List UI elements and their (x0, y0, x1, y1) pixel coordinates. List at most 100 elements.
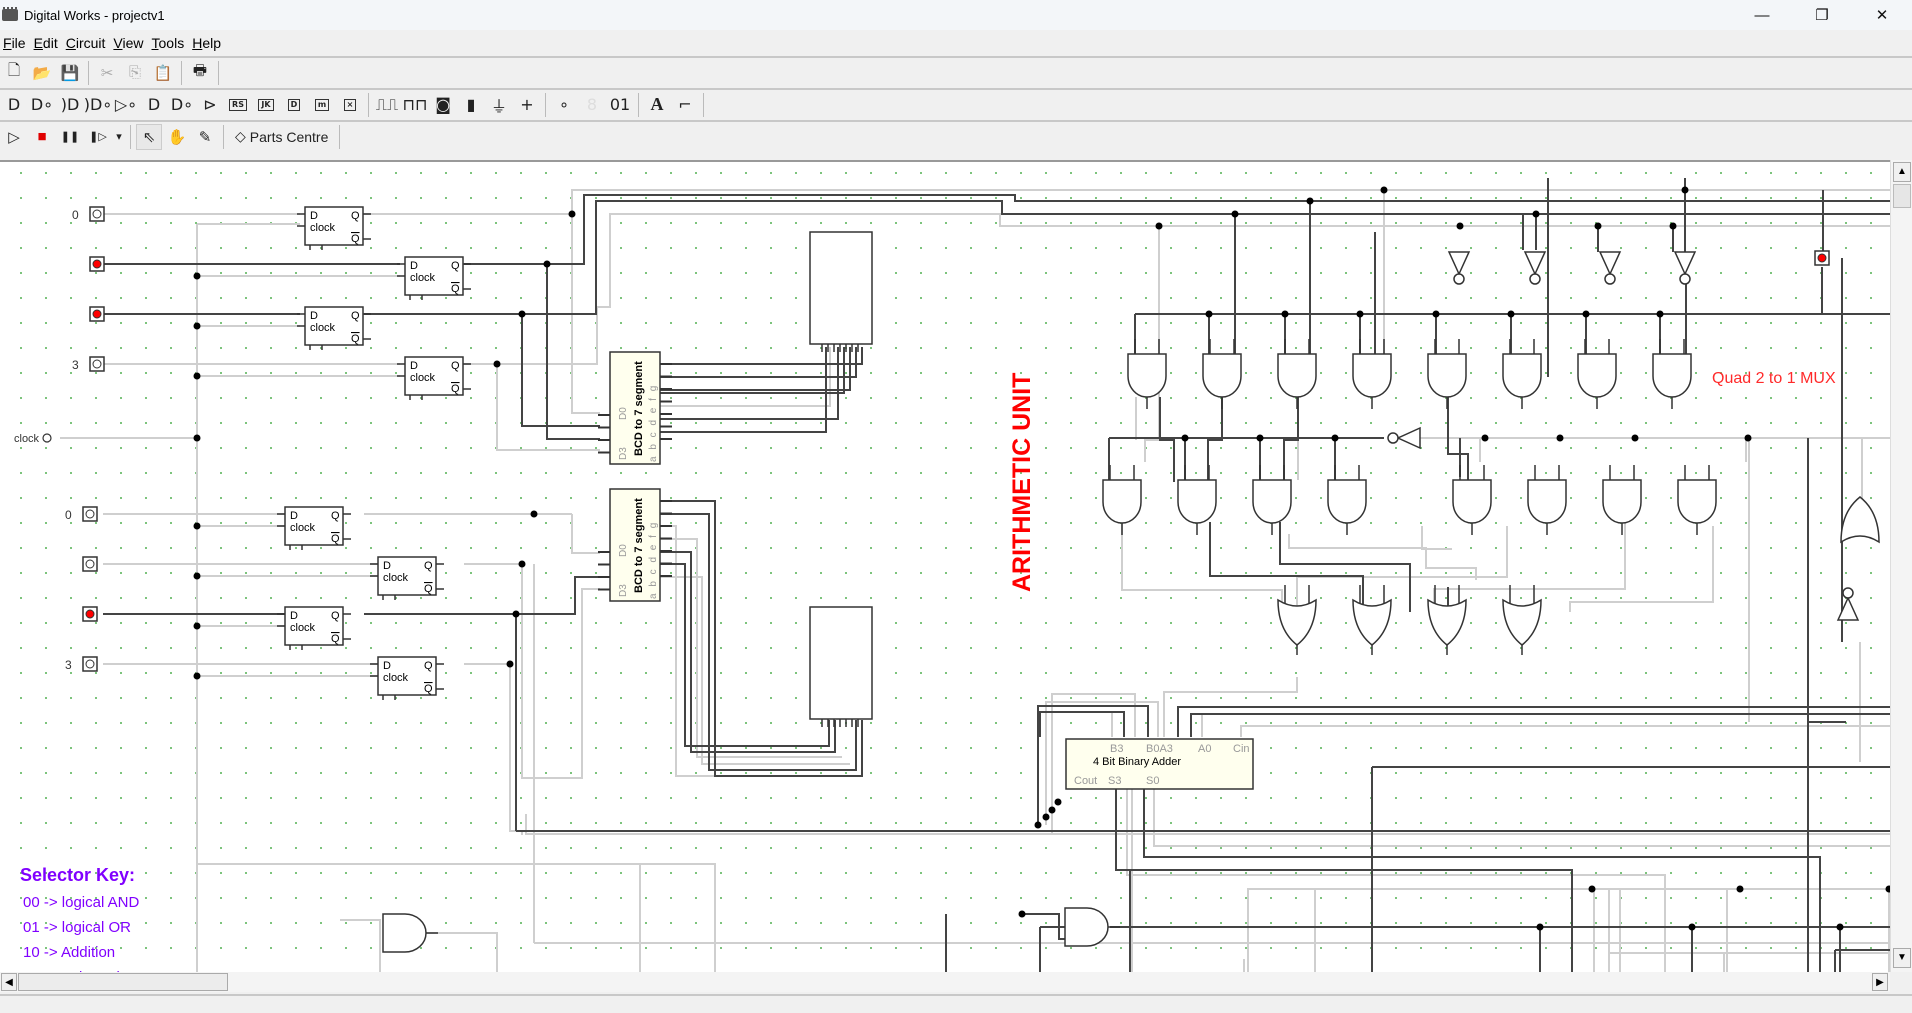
input-switch[interactable] (82, 606, 98, 622)
junction-dot (506, 660, 514, 668)
toolbar-separator (368, 92, 369, 117)
macro-glyph: m (314, 98, 330, 111)
text-tool-icon[interactable]: A (644, 92, 670, 118)
clock-icon[interactable]: ⎍⎍ (374, 92, 400, 118)
push-button-icon[interactable]: ◙ (430, 92, 456, 118)
vertical-scrollbar[interactable]: ▲ ▼ (1890, 160, 1912, 972)
flipflop-qbar-pin: Q (331, 633, 340, 645)
input-switch[interactable] (82, 556, 98, 572)
horizontal-scrollbar[interactable]: ◀ ▶ (0, 972, 1890, 992)
flipflop-clock-pin: clock (383, 672, 409, 684)
d-flipflop[interactable]: Dclock QQ (397, 256, 471, 300)
rs-flipflop-icon[interactable]: RS (225, 92, 251, 118)
d-flipflop[interactable]: Dclock QQ (297, 206, 371, 250)
xnor-gate-icon[interactable]: D∘ (169, 92, 195, 118)
wire-tool-icon[interactable]: ⌐ (672, 92, 698, 118)
junction-dot (1181, 434, 1189, 442)
nor-gate-icon[interactable]: )D∘ (84, 92, 113, 118)
pointer-tool-icon[interactable]: ⇖ (136, 123, 162, 150)
macro-icon[interactable]: m (309, 92, 335, 118)
menu-circuit[interactable]: Circuit (63, 35, 111, 51)
run-icon[interactable]: ▷ (1, 124, 27, 150)
unknown-part-icon[interactable]: × (337, 92, 363, 118)
open-folder-icon[interactable]: 📂 (29, 60, 55, 86)
junction-dot (1432, 310, 1440, 318)
menu-file[interactable]: File (0, 35, 31, 51)
menu-view[interactable]: View (110, 35, 148, 51)
or-gate-icon[interactable]: )D (57, 92, 83, 118)
flipflop-d-pin: D (383, 560, 391, 572)
copy-icon[interactable]: ⎘ (122, 60, 148, 86)
paste-icon[interactable]: 📋 (150, 60, 176, 86)
pause-icon[interactable]: ❚❚ (57, 124, 83, 150)
flipflop-qbar-pin: Q (424, 683, 433, 695)
selector-key-entry: 00 -> logical AND (23, 894, 139, 911)
junction-dot (1582, 310, 1590, 318)
junction-dot (493, 360, 501, 368)
title-bar: Digital Works - projectv1 — ❐ ✕ (0, 0, 1912, 30)
d-flipflop[interactable]: Dclock QQ (370, 556, 444, 600)
ground-icon[interactable]: ⏚ (486, 92, 512, 118)
junction-dot (1256, 434, 1264, 442)
d-flipflop[interactable]: Dclock QQ (370, 656, 444, 700)
gate-body (1064, 907, 1109, 947)
number-display-icon[interactable]: 01 (607, 92, 633, 118)
scroll-left-arrow-icon[interactable]: ◀ (1, 973, 17, 991)
toggle-switch-icon[interactable]: ▮ (458, 92, 484, 118)
minimize-button[interactable]: — (1732, 0, 1792, 30)
selector-switch[interactable] (1814, 250, 1830, 266)
menu-edit[interactable]: Edit (31, 35, 63, 51)
circuit-canvas[interactable]: 0 3 0 3 clock Dclock Q Q Dclock Q Q Dclock Q Q Dclock Q… (0, 160, 1890, 974)
print-icon[interactable]: 🖶 (187, 60, 213, 86)
maximize-button[interactable]: ❐ (1792, 0, 1852, 30)
junction-dot (1536, 923, 1544, 931)
junction-dot (1588, 885, 1596, 893)
flipflop-clock-pin: clock (310, 222, 336, 234)
new-file-icon[interactable]: 🗋 (1, 60, 27, 86)
four-bit-adder[interactable]: B3 B0A3 A0 Cin 4 Bit Binary Adder Cout S3 S0 (1065, 738, 1254, 790)
d-flipflop-icon[interactable]: D (281, 92, 307, 118)
and-gate-icon[interactable]: D (1, 92, 27, 118)
pulse-icon[interactable]: ⊓⊓ (402, 92, 428, 118)
jk-flipflop-icon[interactable]: JK (253, 92, 279, 118)
gate-body (1602, 479, 1642, 524)
horizontal-scroll-thumb[interactable] (18, 973, 228, 991)
input-switch[interactable] (89, 256, 105, 272)
scroll-up-arrow-icon[interactable]: ▲ (1893, 162, 1911, 182)
menu-help[interactable]: Help (189, 35, 226, 51)
nand-gate-icon[interactable]: D∘ (29, 92, 55, 118)
cut-icon[interactable]: ✂ (94, 60, 120, 86)
gate-body (382, 913, 427, 953)
step-dropdown-icon[interactable]: ▾ (113, 124, 125, 150)
step-icon[interactable]: ❚▷ (85, 124, 111, 150)
power-icon[interactable]: + (514, 92, 540, 118)
tristate-buffer-icon[interactable]: ⊳ (197, 92, 223, 118)
hand-tool-icon[interactable]: ✋ (164, 124, 190, 150)
flipflop-d-pin: D (290, 510, 298, 522)
seven-segment-icon[interactable]: 8 (579, 92, 605, 118)
input-switch[interactable] (89, 306, 105, 322)
d-flipflop[interactable]: Dclock QQ (277, 606, 351, 650)
switch-off-indicator (85, 659, 95, 669)
d-flipflop[interactable]: Dclock QQ (277, 506, 351, 550)
scroll-down-arrow-icon[interactable]: ▼ (1893, 948, 1911, 968)
menu-tools[interactable]: Tools (149, 35, 190, 51)
scroll-right-arrow-icon[interactable]: ▶ (1872, 973, 1888, 991)
d-flipflop[interactable]: Dclock QQ (397, 356, 471, 400)
flipflop-d-pin: D (383, 660, 391, 672)
vertical-scroll-thumb[interactable] (1893, 184, 1911, 208)
menu-bar: File Edit Circuit View Tools Help (0, 31, 1912, 54)
parts-centre-button[interactable]: ◇ Parts Centre (229, 124, 334, 150)
pen-tool-icon[interactable]: ✎ (192, 124, 218, 150)
close-button[interactable]: ✕ (1852, 0, 1912, 30)
inverter-icon[interactable]: ▷∘ (113, 92, 139, 118)
led-icon[interactable]: ∘ (551, 92, 577, 118)
flipflop-clock-pin: clock (410, 272, 436, 284)
stop-icon[interactable]: ■ (29, 124, 55, 150)
flipflop-clock-pin: clock (310, 322, 336, 334)
d-flipflop[interactable]: Dclock QQ (297, 306, 371, 350)
junction-dot (1042, 813, 1050, 821)
save-icon[interactable]: 💾 (57, 60, 83, 86)
xor-gate-icon[interactable]: D (141, 92, 167, 118)
junction-dot (1018, 910, 1026, 918)
